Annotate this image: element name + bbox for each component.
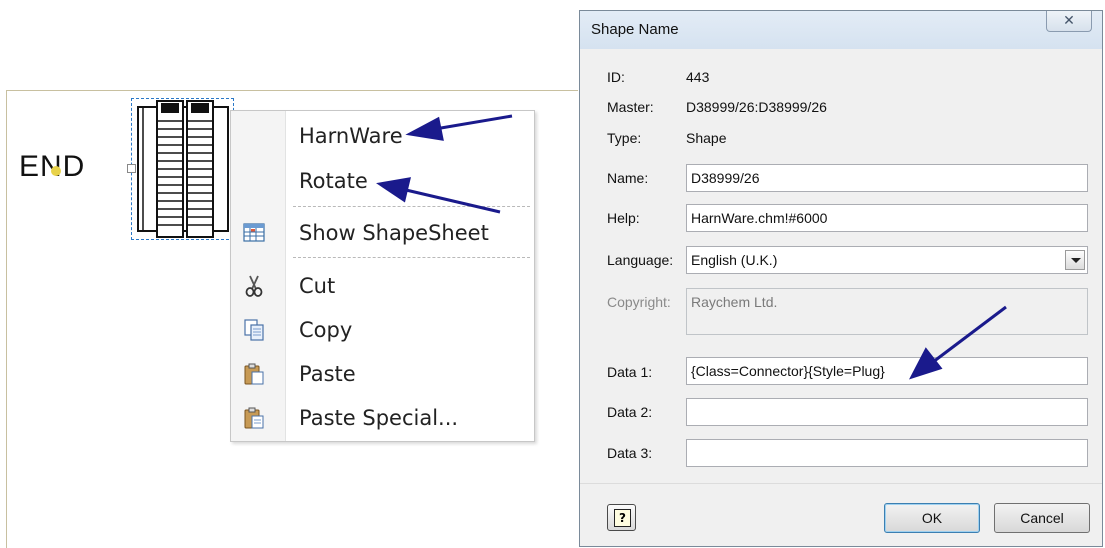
menu-item-paste[interactable]: Paste [231, 355, 534, 393]
master-label: Master: [607, 99, 654, 115]
connector-shape[interactable] [135, 99, 231, 239]
scissors-icon [245, 275, 263, 297]
paste-special-icon [244, 407, 264, 429]
chevron-down-icon[interactable] [1065, 250, 1085, 270]
help-button[interactable]: ? [607, 504, 636, 531]
menu-separator [293, 206, 530, 207]
menu-item-cut[interactable]: Cut [231, 267, 534, 305]
menu-item-label: HarnWare [299, 124, 403, 148]
menu-item-copy[interactable]: Copy [231, 311, 534, 349]
data3-field[interactable] [686, 439, 1088, 467]
menu-item-paste-special[interactable]: Paste Special... [231, 399, 534, 437]
data1-label: Data 1: [607, 364, 653, 380]
menu-separator [293, 257, 530, 258]
close-button[interactable]: ✕ [1046, 11, 1092, 32]
shape-name-dialog: Shape Name ✕ ID: 443 Master: D38999/26:D… [579, 10, 1103, 547]
menu-item-label: Copy [299, 318, 353, 342]
id-label: ID: [607, 69, 625, 85]
data2-label: Data 2: [607, 404, 653, 420]
help-field[interactable]: HarnWare.chm!#6000 [686, 204, 1088, 232]
language-selected-value: English (U.K.) [691, 252, 778, 268]
menu-item-label: Cut [299, 274, 336, 298]
menu-item-label: Paste [299, 362, 356, 386]
help-label: Help: [607, 210, 640, 226]
id-value: 443 [686, 69, 710, 85]
cancel-button[interactable]: Cancel [994, 503, 1090, 533]
dialog-title: Shape Name [591, 21, 679, 38]
connection-point-marker [51, 166, 61, 176]
dialog-separator [580, 483, 1102, 484]
close-icon: ✕ [1063, 12, 1075, 28]
data3-label: Data 3: [607, 445, 653, 461]
ok-button[interactable]: OK [884, 503, 980, 533]
dialog-titlebar: Shape Name ✕ [580, 11, 1102, 49]
data1-field[interactable]: {Class=Connector}{Style=Plug} [686, 357, 1088, 385]
paste-icon [244, 363, 264, 385]
name-field[interactable]: D38999/26 [686, 164, 1088, 192]
context-menu: HarnWare Rotate Show ShapeSheet Cut Copy [230, 110, 535, 442]
data2-field[interactable] [686, 398, 1088, 426]
help-icon: ? [614, 509, 631, 527]
menu-item-harnware[interactable]: HarnWare [231, 117, 534, 155]
copyright-value: Raychem Ltd. [691, 294, 778, 310]
language-label: Language: [607, 252, 674, 268]
menu-item-show-shapesheet[interactable]: Show ShapeSheet [231, 214, 534, 252]
copy-icon [244, 319, 264, 341]
menu-item-label: Rotate [299, 169, 368, 193]
menu-item-label: Paste Special... [299, 406, 459, 430]
shapesheet-icon [243, 223, 265, 242]
master-value: D38999/26:D38999/26 [686, 99, 827, 115]
type-label: Type: [607, 130, 642, 146]
language-select[interactable]: English (U.K.) [686, 246, 1088, 274]
menu-item-label: Show ShapeSheet [299, 221, 489, 245]
copyright-label: Copyright: [607, 294, 671, 310]
copyright-field: Raychem Ltd. [686, 288, 1088, 335]
menu-item-rotate[interactable]: Rotate [231, 162, 534, 200]
name-label: Name: [607, 170, 649, 186]
type-value: Shape [686, 130, 727, 146]
